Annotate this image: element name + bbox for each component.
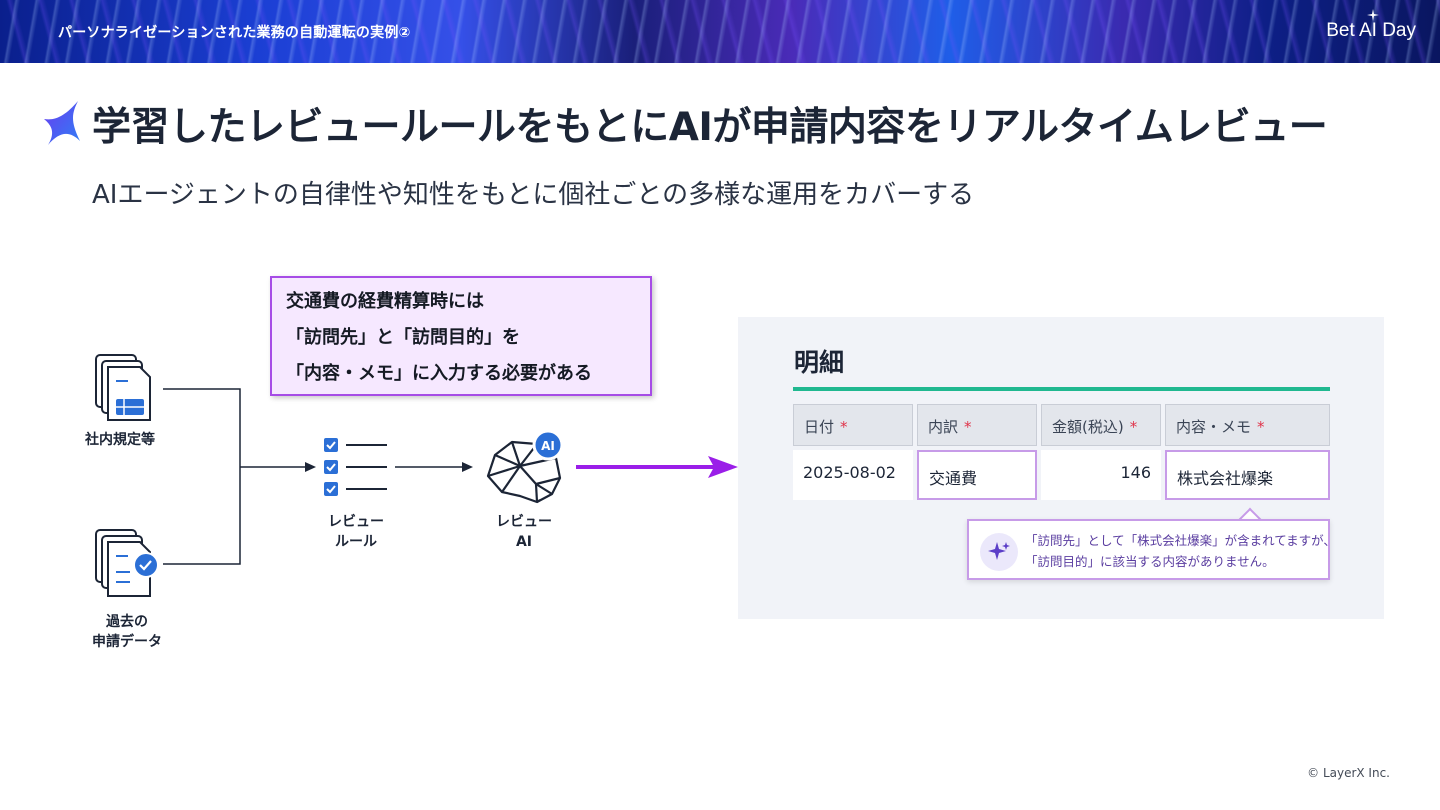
note-line-2: 「訪問先」と「訪問目的」を [286,327,520,348]
brain-network-icon [486,440,562,504]
date-field[interactable]: 2025-08-02 [793,450,913,500]
star-sparkle-icon [44,101,80,145]
expense-detail-panel: 明細 日付 * 内訳 * 金額(税込) * 内容・メモ * 2025-08-02 交通費… [738,317,1384,619]
column-header-category: 内訳 * [917,404,1037,446]
panel-title: 明細 [794,348,845,377]
note-line-1: 交通費の経費精算時には [286,291,484,312]
input-regulations-label: 社内規定等 [85,432,155,448]
rule-note-box: 交通費の経費精算時には 「訪問先」と「訪問目的」を 「内容・メモ」に入力する必要… [270,276,652,396]
input-past-data-label: 過去の 申請データ [92,614,162,650]
column-header-date: 日付 * [793,404,913,446]
slide-title: 学習したレビュールールをもとにAIが申請内容をリアルタイムレビュー [92,105,1328,150]
sparkle-icon [980,533,1018,571]
ai-badge [532,429,564,461]
panel-title-underline [793,387,1330,391]
category-field[interactable]: 交通費 [917,450,1037,500]
column-header-amount: 金額(税込) * [1041,404,1161,446]
review-rules-label: レビュー ルール [328,514,384,550]
memo-field[interactable]: 株式会社爆楽 [1165,450,1330,500]
ai-review-tooltip: 「訪問先」として「株式会社爆楽」が含まれてますが、 「訪問目的」に該当する内容が… [967,519,1336,580]
note-line-3: 「内容・メモ」に入力する必要がある [286,363,592,384]
tooltip-text: 「訪問先」として「株式会社爆楽」が含まれてますが、 「訪問目的」に該当する内容が… [1025,533,1336,569]
document-table-icon [95,354,151,421]
column-header-memo: 内容・メモ * [1165,404,1330,446]
ai-badge-text: AI [541,439,555,453]
banner-title: パーソナライゼーションされた業務の自動運転の実例② [58,25,411,41]
amount-field[interactable]: 146 [1041,450,1161,500]
copyright: © LayerX Inc. [1307,766,1390,780]
checklist-icon [324,438,387,496]
header-banner: パーソナライゼーションされた業務の自動運転の実例② Bet AI Day [0,0,1440,63]
slide-subtitle: AIエージェントの自律性や知性をもとに個社ごとの多様な運用をカバーする [92,180,975,210]
review-ai-label: レビュー AI [496,514,552,550]
document-check-icon [95,529,159,597]
brand-logo: Bet AI Day [1326,20,1416,41]
